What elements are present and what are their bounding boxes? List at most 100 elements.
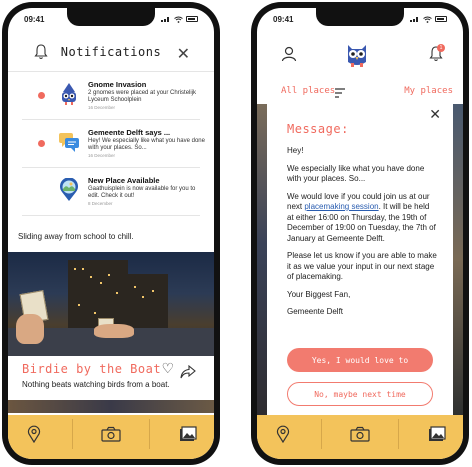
camera-icon — [101, 426, 121, 442]
signal-icon — [410, 17, 418, 22]
divider — [321, 419, 323, 449]
tab-camera[interactable] — [96, 421, 126, 447]
tab-map[interactable] — [268, 421, 298, 447]
status-time: 09:41 — [273, 14, 294, 24]
divider — [148, 419, 150, 449]
window — [116, 292, 118, 294]
bell-icon[interactable] — [34, 44, 48, 60]
status-icons — [410, 16, 447, 23]
filter-row: All places My places — [257, 84, 463, 102]
tab-camera[interactable] — [345, 421, 375, 447]
gnome-icon — [62, 83, 76, 105]
accept-button[interactable]: Yes, I would love to — [287, 348, 433, 372]
divider — [72, 419, 74, 449]
tab-gallery[interactable] — [422, 421, 452, 447]
hand — [94, 324, 134, 338]
post-description: Nothing beats watching birds from a boat… — [22, 380, 170, 389]
notification-text: New Place Available Gaathuisplein is now… — [88, 176, 208, 206]
status-icons — [161, 16, 198, 23]
app-header: 1 — [257, 32, 463, 82]
message-sender: Gemeente Delft — [287, 307, 344, 316]
window — [74, 268, 76, 270]
notification-title: Gemeente Delft says ... — [88, 128, 171, 137]
map-pin-icon — [60, 178, 78, 201]
notch — [316, 8, 404, 26]
message-paragraph: We especially like what you have done wi… — [287, 163, 425, 184]
notification-text: Gnome Invasion 2 gnomes were placed at y… — [88, 80, 208, 110]
tab-my-places[interactable]: My places — [404, 86, 453, 96]
building — [128, 274, 168, 330]
message-signoff: Your Biggest Fan, — [287, 289, 351, 299]
hand — [16, 314, 44, 344]
modal-body: Hey! We especially like what you have do… — [287, 146, 437, 325]
window — [90, 276, 92, 278]
tab-gallery[interactable] — [173, 421, 203, 447]
window — [94, 312, 96, 314]
notification-body: Gaathuisplein is now available for you t… — [88, 186, 196, 199]
post-photo[interactable] — [8, 252, 214, 356]
divider — [397, 419, 399, 449]
message-screen: 09:41 1 All places My places ✕ Message: … — [257, 8, 463, 459]
heart-icon[interactable]: ♡ — [161, 360, 174, 377]
page-title: Notifications — [60, 44, 162, 59]
window — [152, 290, 154, 292]
camera-icon — [350, 426, 370, 442]
tab-bar — [8, 415, 214, 459]
placemaking-session-link[interactable]: placemaking session — [304, 202, 378, 211]
notification-item[interactable]: Gnome Invasion 2 gnomes were placed at y… — [22, 72, 200, 120]
close-icon[interactable]: ✕ — [429, 106, 441, 123]
tab-bar — [257, 415, 463, 459]
notification-date: 16 December — [88, 153, 116, 158]
status-time: 09:41 — [24, 14, 45, 24]
share-icon[interactable] — [180, 365, 196, 379]
phone-message: 09:41 1 All places My places ✕ Message: … — [251, 2, 469, 465]
tab-map[interactable] — [19, 421, 49, 447]
battery-icon — [186, 16, 198, 22]
close-icon[interactable]: ✕ — [177, 44, 190, 64]
notification-badge: 1 — [437, 44, 445, 52]
wifi-icon — [423, 16, 432, 23]
notification-body: 2 gnomes were placed at your Christelijk… — [88, 90, 197, 103]
chat-icon — [59, 133, 79, 152]
background-photos — [453, 104, 463, 416]
notification-date: 8 December — [88, 201, 113, 206]
post-title: Birdie by the Boat — [22, 362, 162, 376]
notification-list: Gnome Invasion 2 gnomes were placed at y… — [8, 72, 214, 216]
notification-item[interactable]: Gemeente Delft says ... Hey! We especial… — [22, 120, 205, 168]
notification-title: Gnome Invasion — [88, 80, 147, 89]
notification-date: 16 December — [88, 105, 116, 110]
window — [142, 296, 144, 298]
map-pin-icon — [28, 425, 41, 443]
feed-caption: Sliding away from school to chill. — [18, 232, 134, 241]
message-modal: ✕ Message: Hey! We especially like what … — [267, 104, 453, 416]
unread-dot — [38, 92, 45, 99]
next-post-preview — [8, 400, 214, 413]
user-icon[interactable] — [281, 46, 297, 62]
unread-dot — [38, 140, 45, 147]
notification-text: Gemeente Delft says ... Hey! We especial… — [88, 128, 208, 158]
notification-body: Hey! We especially like what you have do… — [88, 138, 205, 151]
message-paragraph: We would love if you could join us at ou… — [287, 192, 437, 245]
phone-notifications: 09:41 Notifications ✕ Gnome Invasion 2 g… — [2, 2, 220, 465]
window — [100, 282, 102, 284]
window — [108, 274, 110, 276]
gallery-icon — [179, 426, 197, 441]
notifications-screen: 09:41 Notifications ✕ Gnome Invasion 2 g… — [8, 8, 214, 459]
window — [134, 286, 136, 288]
window — [82, 268, 84, 270]
gallery-icon — [428, 426, 446, 441]
message-greeting: Hey! — [287, 146, 304, 155]
message-paragraph: Please let us know if you are able to ma… — [287, 251, 437, 281]
modal-title: Message: — [287, 122, 349, 136]
filter-icon[interactable] — [335, 88, 345, 98]
decline-button[interactable]: No, maybe next time — [287, 382, 433, 406]
notch — [67, 8, 155, 26]
signal-icon — [161, 17, 169, 22]
window — [78, 304, 80, 306]
tab-all-places[interactable]: All places — [281, 86, 335, 96]
notification-title: New Place Available — [88, 176, 160, 185]
owl-logo-icon[interactable] — [345, 42, 369, 68]
wifi-icon — [174, 16, 183, 23]
map-pin-icon — [277, 425, 290, 443]
notification-item[interactable]: New Place Available Gaathuisplein is now… — [22, 168, 200, 216]
